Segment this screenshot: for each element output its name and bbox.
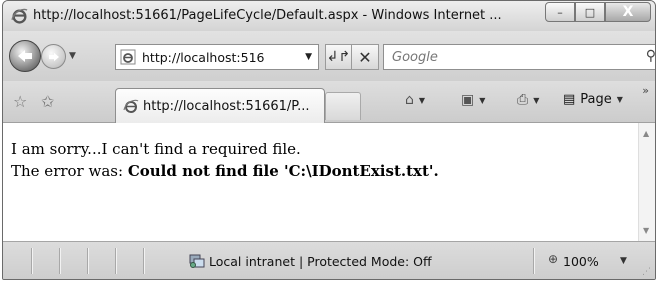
page-menu-label: Page <box>580 92 612 107</box>
resize-grip-icon[interactable]: ⋰ <box>642 267 651 277</box>
close-icon: X <box>622 4 634 20</box>
security-zone-text[interactable]: Local intranet | Protected Mode: Off <box>209 254 432 269</box>
vertical-scrollbar[interactable]: ▲ ▼ <box>638 123 655 241</box>
caption-buttons: – □ X <box>545 2 651 22</box>
zoom-dropdown-icon[interactable]: ▼ <box>620 256 627 266</box>
status-divider <box>87 248 88 274</box>
print-button[interactable]: ⎙ ▼ <box>517 92 539 108</box>
page-dropdown-icon: ▼ <box>616 95 623 104</box>
address-bar[interactable]: http://localhost:516 ▼ <box>115 44 319 70</box>
search-placeholder: Google <box>392 50 438 65</box>
forward-button[interactable] <box>41 44 66 69</box>
address-dropdown-icon[interactable]: ▼ <box>305 52 312 62</box>
minimize-button[interactable]: – <box>545 2 575 22</box>
minimize-icon: – <box>557 5 563 19</box>
maximize-icon: □ <box>584 5 596 19</box>
favorites-star-icon[interactable]: ☆ <box>13 92 27 111</box>
maximize-button[interactable]: □ <box>575 2 605 22</box>
search-box[interactable]: Google ⚲ <box>383 44 655 70</box>
error-detail: Could not find file 'C:\IDontExist.txt'. <box>127 162 439 180</box>
forward-arrow-icon <box>48 52 59 61</box>
back-arrow-icon <box>18 50 32 62</box>
print-icon: ⎙ <box>517 92 529 108</box>
home-dropdown-icon[interactable]: ▼ <box>419 96 425 105</box>
local-intranet-icon <box>189 254 205 268</box>
stop-button[interactable]: ✕ <box>352 44 379 70</box>
error-prefix: The error was: <box>11 162 128 180</box>
page-icon: ▤ <box>563 92 576 107</box>
feeds-button[interactable]: ▣ ▼ <box>461 92 485 108</box>
status-divider <box>31 248 32 274</box>
status-divider <box>143 248 144 274</box>
print-dropdown-icon[interactable]: ▼ <box>533 96 539 105</box>
status-bar: Local intranet | Protected Mode: Off ⊕ 1… <box>3 241 655 279</box>
page-menu-button[interactable]: ▤ Page ▼ <box>563 92 623 107</box>
new-tab-button[interactable] <box>325 92 361 120</box>
status-divider <box>59 248 60 274</box>
zoom-level[interactable]: 100% <box>563 254 599 269</box>
active-tab[interactable]: http://localhost:51661/P... <box>115 88 325 123</box>
home-button[interactable]: ⌂ ▼ <box>405 92 425 108</box>
more-commands-chevron-icon[interactable]: » <box>642 84 649 97</box>
browser-window: http://localhost:51661/PageLifeCycle/Def… <box>2 0 656 280</box>
refresh-icon: ↲↱ <box>326 49 351 65</box>
search-icon[interactable]: ⚲ <box>646 48 655 64</box>
error-line: The error was: Could not find file 'C:\I… <box>11 160 439 182</box>
scroll-down-arrow-icon[interactable]: ▼ <box>643 226 649 235</box>
navigation-bar: ▼ http://localhost:516 ▼ ↲↱ ✕ Google ⚲ <box>3 31 655 81</box>
back-button[interactable] <box>9 40 41 72</box>
feeds-dropdown-icon[interactable]: ▼ <box>479 96 485 105</box>
scroll-up-arrow-icon[interactable]: ▲ <box>643 129 649 138</box>
close-button[interactable]: X <box>605 2 651 22</box>
add-to-favorites-icon[interactable]: ✩ <box>41 92 54 111</box>
page-ie-icon <box>120 49 136 65</box>
tab-bar: ☆ ✩ http://localhost:51661/P... ⌂ ▼ ▣ ▼ ⎙ ▼… <box>3 81 655 123</box>
tab-label: http://localhost:51661/P... <box>143 99 310 114</box>
refresh-button[interactable]: ↲↱ <box>325 44 352 70</box>
error-message: I am sorry...I can't find a required fil… <box>11 138 439 182</box>
apology-line: I am sorry...I can't find a required fil… <box>11 140 301 158</box>
tab-ie-icon <box>123 99 139 113</box>
status-divider <box>115 248 116 274</box>
zoom-icon: ⊕ <box>548 252 559 266</box>
ie-logo-icon <box>11 8 28 24</box>
status-divider <box>533 248 534 274</box>
page-content: I am sorry...I can't find a required fil… <box>3 123 655 241</box>
feeds-icon: ▣ <box>461 92 475 108</box>
title-bar: http://localhost:51661/PageLifeCycle/Def… <box>3 1 655 31</box>
recent-pages-dropdown-icon[interactable]: ▼ <box>69 51 76 61</box>
home-icon: ⌂ <box>405 92 414 108</box>
window-title: http://localhost:51661/PageLifeCycle/Def… <box>33 8 502 23</box>
stop-icon: ✕ <box>358 47 372 67</box>
address-text: http://localhost:516 <box>142 50 265 65</box>
